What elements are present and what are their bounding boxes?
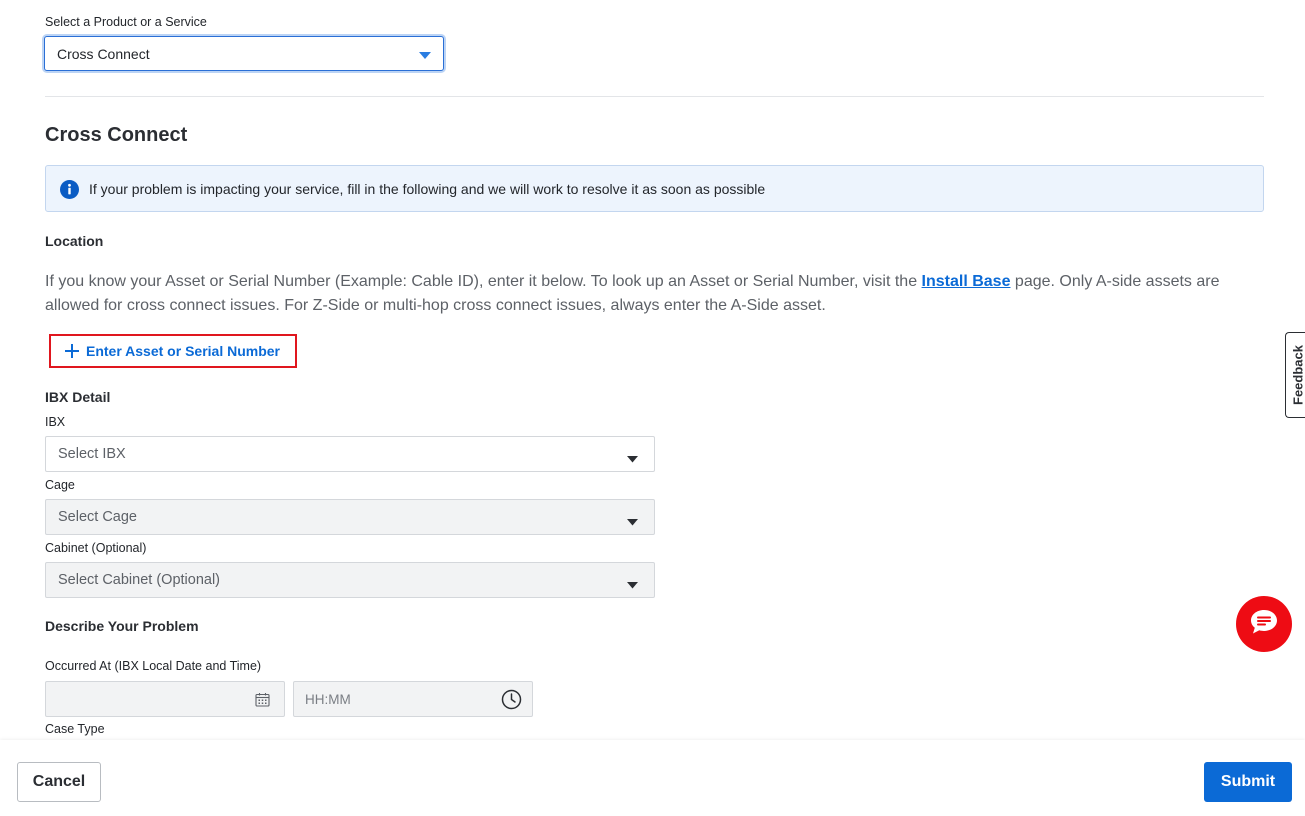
caret-down-icon <box>419 47 431 65</box>
caret-down-icon <box>627 576 638 594</box>
case-type-label: Case Type <box>45 722 105 736</box>
product-select-value: Cross Connect <box>57 46 150 62</box>
cabinet-select-value: Select Cabinet (Optional) <box>58 572 220 588</box>
cage-select-value: Select Cage <box>58 509 137 525</box>
caret-down-icon <box>627 450 638 468</box>
footer-bar <box>0 740 1305 816</box>
info-text: If your problem is impacting your servic… <box>89 181 766 197</box>
install-base-link[interactable]: Install Base <box>922 273 1011 290</box>
divider <box>45 96 1264 97</box>
submit-button[interactable]: Submit <box>1204 762 1292 802</box>
cage-select[interactable]: Select Cage <box>45 499 655 535</box>
ibx-select-value: Select IBX <box>58 446 126 462</box>
calendar-icon[interactable] <box>255 692 270 712</box>
enter-asset-label: Enter Asset or Serial Number <box>86 343 280 359</box>
ibx-select[interactable]: Select IBX <box>45 436 655 472</box>
cabinet-label: Cabinet (Optional) <box>45 541 147 555</box>
info-icon <box>60 180 79 204</box>
location-heading: Location <box>45 233 104 249</box>
cabinet-select[interactable]: Select Cabinet (Optional) <box>45 562 655 598</box>
cage-label: Cage <box>45 478 75 492</box>
time-placeholder: HH:MM <box>305 692 351 707</box>
enter-asset-button[interactable]: Enter Asset or Serial Number <box>49 334 297 368</box>
feedback-tab[interactable]: Feedback <box>1285 332 1305 418</box>
product-label: Select a Product or a Service <box>45 15 207 29</box>
ibx-label: IBX <box>45 415 66 429</box>
time-input[interactable]: HH:MM <box>293 681 533 717</box>
ibx-detail-heading: IBX Detail <box>45 389 111 405</box>
clock-icon[interactable] <box>501 689 522 715</box>
location-text-before: If you know your Asset or Serial Number … <box>45 273 922 290</box>
location-description: If you know your Asset or Serial Number … <box>45 270 1275 318</box>
plus-icon <box>64 343 80 359</box>
product-select[interactable]: Cross Connect <box>44 36 444 71</box>
chat-icon <box>1249 608 1279 641</box>
cancel-button[interactable]: Cancel <box>17 762 101 802</box>
problem-heading: Describe Your Problem <box>45 618 199 634</box>
occurred-at-label: Occurred At (IBX Local Date and Time) <box>45 659 262 673</box>
feedback-label: Feedback <box>1290 345 1305 405</box>
chat-button[interactable] <box>1236 596 1292 652</box>
section-title: Cross Connect <box>45 124 188 146</box>
info-banner: If your problem is impacting your servic… <box>45 165 1264 212</box>
date-input[interactable] <box>45 681 285 717</box>
caret-down-icon <box>627 513 638 531</box>
